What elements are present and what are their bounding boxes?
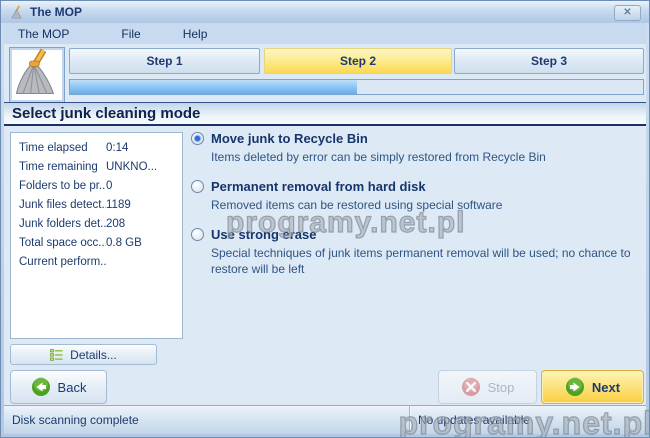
main-area: Step 1 Step 2 Step 3 Select junk cleanin… bbox=[4, 44, 646, 406]
tab-step-3[interactable]: Step 3 bbox=[454, 48, 644, 74]
stat-value: 1189 bbox=[106, 199, 131, 211]
cleaning-mode-group: Move junk to Recycle Bin Items deleted b… bbox=[191, 130, 638, 290]
tab-step-2[interactable]: Step 2 bbox=[264, 48, 452, 74]
stat-current-performance: Current perform... bbox=[19, 252, 182, 271]
stat-label: Junk folders det... bbox=[19, 218, 106, 230]
stat-label: Junk files detect... bbox=[19, 199, 106, 211]
next-button[interactable]: Next bbox=[541, 370, 644, 404]
tab-step-1[interactable]: Step 1 bbox=[69, 48, 260, 74]
details-button-label: Details... bbox=[70, 348, 117, 362]
back-button[interactable]: Back bbox=[10, 370, 107, 404]
mop-image-icon bbox=[10, 48, 62, 100]
radio-permanent-removal[interactable] bbox=[191, 180, 204, 193]
mode-label: Permanent removal from hard disk bbox=[211, 178, 638, 195]
menu-item-file[interactable]: File bbox=[107, 23, 154, 44]
details-list-icon bbox=[50, 349, 63, 361]
stat-label: Total space occ... bbox=[19, 237, 106, 249]
stat-junk-folders-detected: Junk folders det... 208 bbox=[19, 214, 182, 233]
mode-strong-erase[interactable]: Use strong erase Special techniques of j… bbox=[191, 226, 638, 277]
stat-value: 0.8 GB bbox=[106, 237, 142, 249]
stat-total-space-occupied: Total space occ... 0.8 GB bbox=[19, 233, 182, 252]
menu-bar: The MOP File Help bbox=[4, 23, 646, 44]
application-window: The MOP ✕ The MOP File Help Step 1 Step … bbox=[0, 0, 650, 438]
status-updates-message: No updates available bbox=[410, 413, 530, 427]
mop-logo bbox=[9, 47, 65, 103]
next-arrow-icon bbox=[565, 377, 585, 397]
close-icon[interactable]: ✕ bbox=[614, 5, 641, 21]
mode-description: Removed items can be restored using spec… bbox=[211, 197, 638, 213]
mode-description: Special techniques of junk items permane… bbox=[211, 245, 638, 277]
radio-recycle-bin[interactable] bbox=[191, 132, 204, 145]
app-mop-icon bbox=[9, 5, 24, 20]
back-arrow-icon bbox=[31, 377, 51, 397]
stat-junk-files-detected: Junk files detect... 1189 bbox=[19, 195, 182, 214]
stop-button: Stop bbox=[438, 370, 537, 404]
stat-value: 0:14 bbox=[106, 142, 128, 154]
stat-value: 0 bbox=[106, 180, 112, 192]
next-button-label: Next bbox=[592, 380, 620, 395]
stop-x-icon bbox=[461, 377, 481, 397]
stat-value: 208 bbox=[106, 218, 125, 230]
menu-item-themop[interactable]: The MOP bbox=[4, 23, 83, 44]
scan-stats-panel: Time elapsed 0:14 Time remaining UNKNO..… bbox=[10, 132, 183, 339]
stat-value: UNKNO... bbox=[106, 161, 157, 173]
status-scan-message: Disk scanning complete bbox=[4, 413, 409, 427]
details-button[interactable]: Details... bbox=[10, 344, 157, 365]
mode-recycle-bin[interactable]: Move junk to Recycle Bin Items deleted b… bbox=[191, 130, 638, 165]
page-title: Select junk cleaning mode bbox=[4, 102, 646, 126]
radio-strong-erase[interactable] bbox=[191, 228, 204, 241]
scan-progress-bar bbox=[69, 79, 644, 95]
back-button-label: Back bbox=[58, 380, 87, 395]
mode-label: Move junk to Recycle Bin bbox=[211, 130, 638, 147]
stat-label: Time remaining bbox=[19, 161, 106, 173]
stat-folders-to-process: Folders to be pr... 0 bbox=[19, 176, 182, 195]
stat-time-remaining: Time remaining UNKNO... bbox=[19, 157, 182, 176]
stat-label: Folders to be pr... bbox=[19, 180, 106, 192]
title-bar[interactable]: The MOP ✕ bbox=[1, 1, 649, 23]
status-bar: Disk scanning complete No updates availa… bbox=[4, 405, 646, 434]
mode-permanent-removal[interactable]: Permanent removal from hard disk Removed… bbox=[191, 178, 638, 213]
stop-button-label: Stop bbox=[488, 380, 515, 395]
stat-label: Time elapsed bbox=[19, 142, 106, 154]
mode-label: Use strong erase bbox=[211, 226, 638, 243]
mode-description: Items deleted by error can be simply res… bbox=[211, 149, 638, 165]
menu-item-help[interactable]: Help bbox=[169, 23, 222, 44]
stat-time-elapsed: Time elapsed 0:14 bbox=[19, 138, 182, 157]
stat-label: Current perform... bbox=[19, 256, 106, 268]
window-title: The MOP bbox=[30, 5, 82, 19]
scan-progress-fill bbox=[70, 80, 357, 94]
